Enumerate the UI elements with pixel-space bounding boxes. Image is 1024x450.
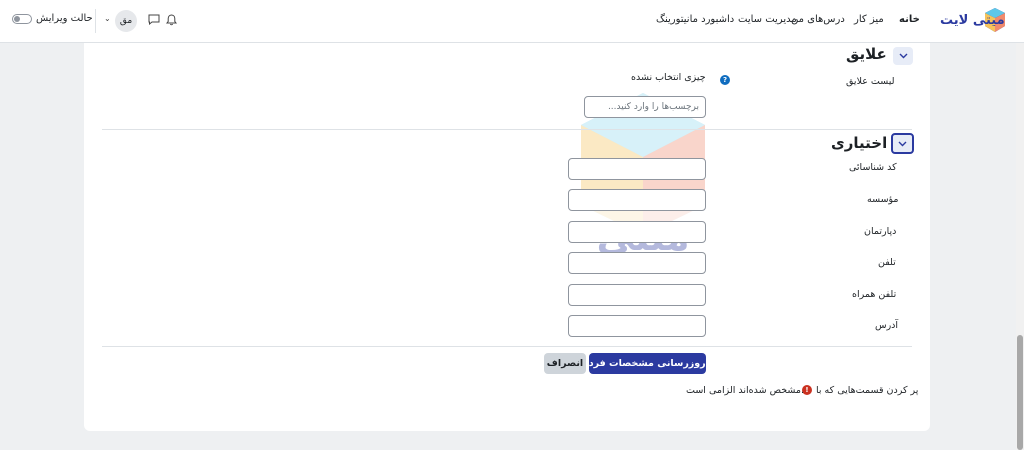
help-icon[interactable]: ?	[720, 75, 730, 85]
nav-site-admin[interactable]: مدیریت سایت	[738, 14, 797, 25]
edit-mode-label: حالت ویرایش	[36, 13, 93, 24]
nav-monitoring-dashboard[interactable]: داشبورد مانیتورینگ	[656, 14, 734, 25]
chevron-down-icon	[899, 53, 907, 59]
page-scrollbar[interactable]	[1016, 43, 1024, 450]
bell-icon[interactable]	[166, 14, 177, 26]
mobile-input[interactable]	[568, 284, 706, 306]
navbar-divider	[95, 9, 96, 33]
phone-input[interactable]	[568, 252, 706, 274]
id-number-input[interactable]	[568, 158, 706, 180]
address-input[interactable]	[568, 315, 706, 337]
site-logo[interactable]: میتی لایت	[940, 7, 1006, 35]
user-avatar[interactable]: مق	[115, 10, 137, 32]
cancel-button[interactable]: انصراف	[544, 353, 586, 374]
user-menu-chevron-icon[interactable]: ⌄	[104, 14, 111, 23]
interests-collapse-button[interactable]	[893, 47, 913, 65]
nav-dashboard[interactable]: میز کار	[854, 14, 884, 25]
optional-title: اختیاری	[831, 134, 888, 152]
id-number-label: کد شناسائی	[849, 162, 897, 173]
nav-my-courses[interactable]: درس‌های من	[791, 14, 845, 25]
department-label: دپارتمان	[864, 226, 897, 237]
required-note-after: مشخص شده‌اند الزامی است.	[686, 385, 804, 396]
nav-home[interactable]: خانه	[899, 14, 920, 25]
update-profile-button[interactable]: به‌روزرسانی مشخصات فردی	[580, 353, 715, 374]
tags-input[interactable]	[584, 96, 706, 118]
interests-list-label: لیست علایق	[846, 76, 895, 87]
main-card	[84, 43, 930, 431]
interests-title: علایق	[846, 45, 887, 63]
institution-input[interactable]	[568, 189, 706, 211]
address-label: آدرس	[875, 320, 899, 331]
institution-label: مؤسسه	[867, 194, 899, 205]
mobile-label: تلفن همراه	[852, 289, 897, 300]
section-divider	[102, 129, 912, 130]
optional-collapse-button[interactable]	[891, 133, 914, 154]
edit-mode-toggle[interactable]	[12, 14, 32, 24]
department-input[interactable]	[568, 221, 706, 243]
phone-label: تلفن	[878, 257, 896, 268]
top-navbar: میتی لایت خانه میز کار درس‌های من مدیریت…	[0, 0, 1024, 43]
chevron-down-icon	[898, 141, 907, 146]
nothing-selected-text: چیزی انتخاب نشده	[631, 72, 706, 83]
toggle-knob	[14, 16, 20, 22]
message-icon[interactable]	[148, 14, 160, 25]
actions-divider	[102, 346, 912, 347]
logo-text: میتی لایت	[940, 13, 1005, 28]
scrollbar-thumb[interactable]	[1017, 335, 1023, 450]
required-note-before: پر کردن قسمت‌هایی که با	[816, 385, 919, 396]
